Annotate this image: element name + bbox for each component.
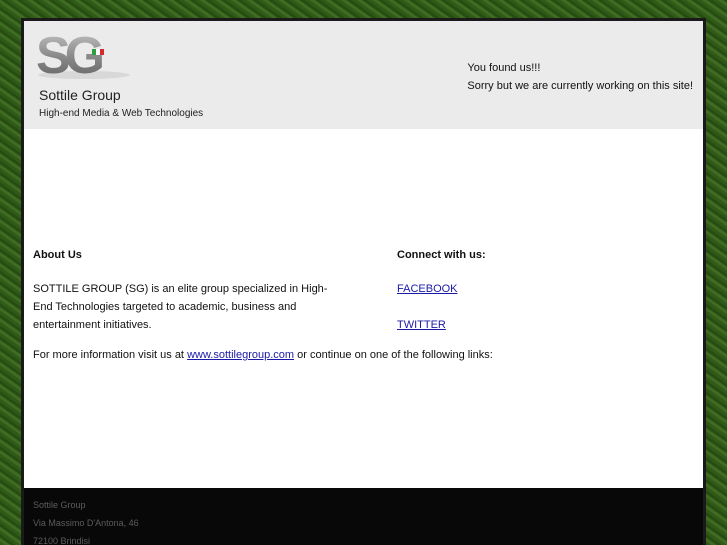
- construction-notice: You found us!!! Sorry but we are current…: [467, 59, 693, 95]
- flag-red: [100, 49, 104, 55]
- sg-logo[interactable]: SG: [36, 31, 136, 81]
- more-info-prefix: For more information visit us at: [33, 349, 188, 361]
- about-section: About Us SOTTILE GROUP (SG) is an elite …: [33, 248, 333, 334]
- brand-tagline: High-end Media & Web Technologies: [39, 108, 204, 119]
- website-link[interactable]: www.sottilegroup.com: [187, 349, 294, 361]
- site-header: SG Sottile Group High-end Media & Web Te…: [24, 21, 703, 129]
- notice-line-1: You found us!!!: [467, 62, 541, 74]
- facebook-link[interactable]: FACEBOOK: [397, 280, 597, 298]
- main-content: About Us SOTTILE GROUP (SG) is an elite …: [24, 129, 703, 488]
- flag-white: [96, 49, 100, 55]
- twitter-link[interactable]: TWITTER: [397, 316, 597, 334]
- footer-city: 72100 Brindisi: [33, 536, 91, 545]
- about-text: SOTTILE GROUP (SG) is an elite group spe…: [33, 283, 328, 331]
- connect-heading: Connect with us:: [397, 249, 486, 261]
- connect-section: Connect with us: FACEBOOK TWITTER: [397, 248, 597, 352]
- site-footer: Sottile Group Via Massimo D'Antona, 46 7…: [24, 488, 703, 545]
- footer-address: Via Massimo D'Antona, 46: [33, 518, 139, 528]
- footer-company: Sottile Group: [33, 500, 86, 510]
- about-heading: About Us: [33, 249, 82, 261]
- logo-text: SG: [36, 31, 103, 81]
- flag-green: [92, 49, 96, 55]
- page-frame: SG Sottile Group High-end Media & Web Te…: [21, 18, 706, 545]
- more-info-suffix: or continue on one of the following link…: [294, 349, 493, 361]
- more-info-text: For more information visit us at www.sot…: [33, 349, 493, 361]
- notice-line-2: Sorry but we are currently working on th…: [467, 80, 693, 92]
- brand-name: Sottile Group: [39, 87, 121, 103]
